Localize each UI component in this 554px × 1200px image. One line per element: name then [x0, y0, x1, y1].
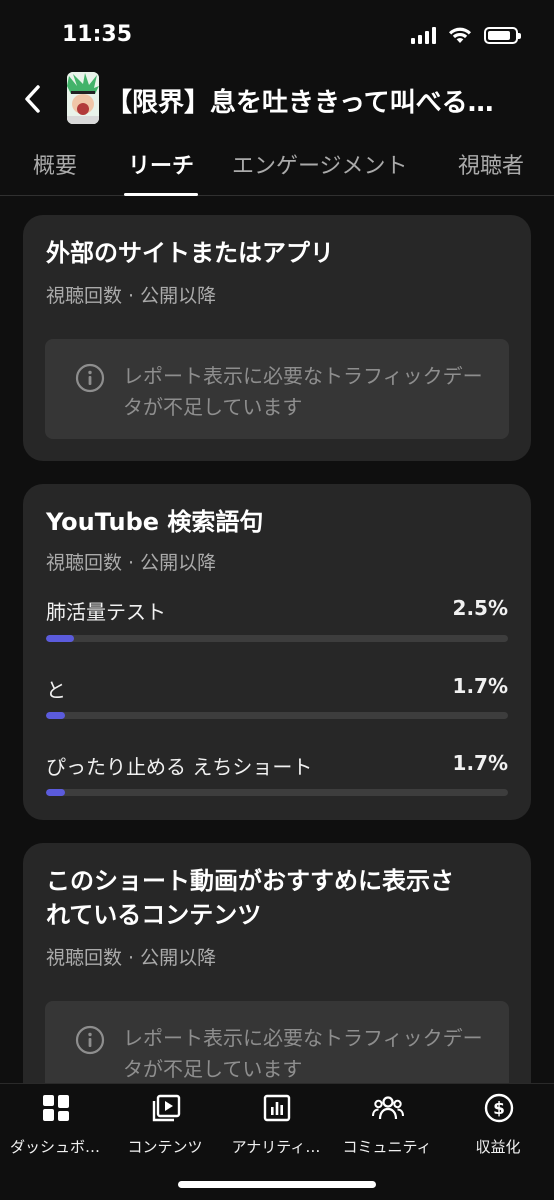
- status-time: 11:35: [62, 22, 133, 47]
- dashboard-icon: [43, 1095, 69, 1121]
- search-term-value: 2.5%: [452, 596, 508, 620]
- info-icon: [75, 363, 105, 393]
- card-subtitle: 視聴回数 · 公開以降: [46, 947, 217, 969]
- tab-bar: 概要 リーチ エンゲージメント 視聴者: [0, 138, 554, 196]
- bottom-navigation: ダッシュボ… コンテンツ アナリティ… コミュニティ $ 収益化: [0, 1083, 554, 1200]
- nav-label: コンテンツ: [127, 1138, 203, 1156]
- search-term-bar: [46, 635, 508, 642]
- status-bar: 11:35: [0, 0, 554, 70]
- thumbnail-image: [67, 72, 99, 124]
- insufficient-data-notice: レポート表示に必要なトラフィックデータが不足しています: [45, 339, 509, 439]
- video-thumbnail[interactable]: [67, 72, 99, 124]
- svg-text:$: $: [493, 1099, 505, 1119]
- analytics-icon: [263, 1094, 291, 1122]
- card-title-line1: このショート動画がおすすめに表示さ: [46, 867, 454, 895]
- external-sites-card: 外部のサイトまたはアプリ 視聴回数 · 公開以降 レポート表示に必要なトラフィッ…: [23, 215, 531, 461]
- search-term-label: と: [46, 678, 66, 702]
- content-icon: [152, 1094, 181, 1122]
- card-title-line2: れているコンテンツ: [46, 901, 262, 929]
- card-title: YouTube 検索語句: [46, 508, 264, 536]
- video-title: 【限界】息を吐ききって叫べる…: [106, 88, 494, 118]
- active-tab-indicator: [124, 193, 198, 196]
- search-term-bar-fill: [46, 712, 65, 719]
- tab-overview[interactable]: 概要: [33, 148, 77, 180]
- search-term-bar: [46, 712, 508, 719]
- nav-community[interactable]: コミュニティ: [332, 1092, 442, 1162]
- notice-text: レポート表示に必要なトラフィックデータが不足しています: [123, 1026, 483, 1081]
- tab-audience[interactable]: 視聴者: [458, 148, 524, 180]
- notice-text: レポート表示に必要なトラフィックデータが不足しています: [123, 364, 483, 419]
- search-term-label: ぴったり止める えちショート: [46, 755, 313, 779]
- nav-content[interactable]: コンテンツ: [110, 1092, 220, 1162]
- chevron-left-icon: [25, 85, 40, 113]
- card-title: 外部のサイトまたはアプリ: [46, 239, 334, 267]
- status-icons: [411, 26, 521, 44]
- search-term-value: 1.7%: [452, 751, 508, 775]
- battery-icon: [484, 26, 521, 44]
- cellular-signal-icon: [411, 26, 436, 44]
- header: 【限界】息を吐ききって叫べる…: [0, 70, 554, 130]
- search-term-label: 肺活量テスト: [46, 600, 166, 624]
- nav-label: ダッシュボ…: [9, 1138, 100, 1156]
- search-term-value: 1.7%: [452, 674, 508, 698]
- community-icon: [372, 1096, 404, 1120]
- search-term-bar-fill: [46, 635, 74, 642]
- card-subtitle: 視聴回数 · 公開以降: [46, 552, 217, 574]
- tab-engagement[interactable]: エンゲージメント: [232, 148, 408, 180]
- nav-label: コミュニティ: [342, 1138, 432, 1156]
- home-indicator[interactable]: [178, 1181, 376, 1188]
- nav-monetization[interactable]: $ 収益化: [443, 1092, 553, 1162]
- nav-dashboard[interactable]: ダッシュボ…: [0, 1092, 110, 1162]
- search-terms-card: YouTube 検索語句 視聴回数 · 公開以降 肺活量テスト 2.5% と 1…: [23, 484, 531, 820]
- card-subtitle: 視聴回数 · 公開以降: [46, 285, 217, 307]
- wifi-icon: [449, 27, 471, 43]
- search-term-bar-fill: [46, 789, 65, 796]
- nav-label: アナリティ…: [231, 1138, 321, 1156]
- back-button[interactable]: [18, 82, 48, 116]
- search-term-bar: [46, 789, 508, 796]
- nav-analytics[interactable]: アナリティ…: [221, 1092, 331, 1162]
- nav-label: 収益化: [475, 1138, 521, 1156]
- tab-reach[interactable]: リーチ: [128, 148, 194, 180]
- monetization-icon: $: [484, 1093, 514, 1123]
- info-icon: [75, 1025, 105, 1055]
